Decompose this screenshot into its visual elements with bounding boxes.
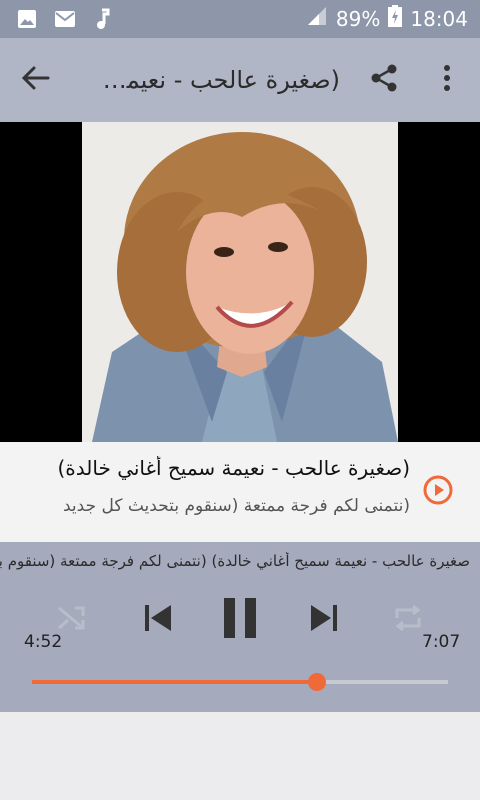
next-icon <box>311 605 337 631</box>
music-note-icon <box>92 8 114 30</box>
previous-icon <box>145 605 171 631</box>
duration-time: 7:07 <box>422 632 461 652</box>
image-icon <box>16 8 38 30</box>
status-bar: 89% 18:04 <box>0 0 480 38</box>
play-circle-icon <box>423 475 453 505</box>
previous-button[interactable] <box>136 596 180 640</box>
player-panel: صغيرة عالحب - نعيمة سميح أغاني خالدة) (ن… <box>0 542 480 712</box>
album-art-image <box>82 122 398 442</box>
back-arrow-icon <box>21 66 50 94</box>
notification-icons <box>16 8 114 30</box>
mail-icon <box>54 8 76 30</box>
back-button[interactable] <box>18 62 54 98</box>
app-bar: (صغيرة عالحب - نعيمة سميح أغاني خالدة) <box>0 38 480 122</box>
seek-bar[interactable] <box>32 673 448 691</box>
clock: 18:04 <box>410 6 468 31</box>
seek-bar-thumb[interactable] <box>307 673 326 691</box>
pause-button[interactable] <box>214 590 266 646</box>
share-button[interactable] <box>366 62 402 98</box>
battery-percent: 89% <box>335 6 381 31</box>
elapsed-time: 4:52 <box>24 632 63 652</box>
battery-charging-icon <box>388 5 403 32</box>
track-info: (صغيرة عالحب - نعيمة سميح أغاني خالدة) (… <box>0 442 480 542</box>
more-options-button[interactable] <box>430 62 464 98</box>
seek-bar-progress <box>32 680 317 684</box>
track-subtitle: (نتمنى لكم فرجة ممتعة (سنقوم بتحديث كل ج… <box>63 496 410 516</box>
next-button[interactable] <box>302 596 346 640</box>
more-vert-icon <box>443 65 451 95</box>
track-title: (صغيرة عالحب - نعيمة سميح أغاني خالدة) <box>57 456 411 480</box>
play-circle-button[interactable] <box>422 474 454 506</box>
toolbar-title: (صغيرة عالحب - نعيمة سميح أغاني خالدة) <box>100 66 340 94</box>
pause-icon <box>224 598 256 638</box>
bottom-area <box>0 712 480 800</box>
signal-icon <box>306 6 328 31</box>
album-art-area <box>0 122 480 442</box>
marquee-text: صغيرة عالحب - نعيمة سميح أغاني خالدة) (ن… <box>0 552 470 570</box>
status-right: 89% 18:04 <box>306 5 468 32</box>
shuffle-icon <box>58 606 85 630</box>
share-icon <box>369 63 399 97</box>
repeat-icon <box>395 604 421 632</box>
